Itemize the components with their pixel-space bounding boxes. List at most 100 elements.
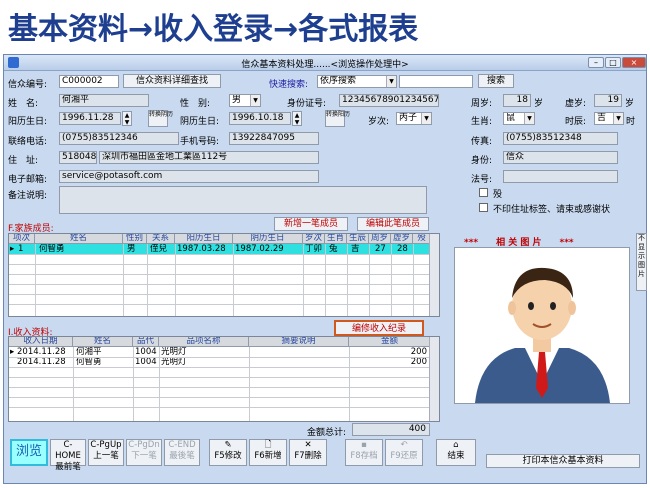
family-col-header: 阳历生日: [175, 234, 233, 244]
mobile-field[interactable]: 13922847095: [229, 132, 319, 145]
maximize-button[interactable]: □: [605, 57, 621, 68]
hour-label: 时辰:: [565, 117, 587, 127]
browse-mode-button[interactable]: 浏览: [10, 439, 48, 466]
new-document-icon: 🗋: [264, 440, 272, 450]
total-label: 金额总计:: [307, 428, 347, 438]
chevron-down-icon[interactable]: ▼: [250, 95, 260, 106]
income-cell[interactable]: 何湘平: [76, 347, 102, 357]
name-field[interactable]: 何湘平: [59, 94, 149, 107]
idno-field[interactable]: 123456789012345678: [339, 94, 439, 107]
fax-field[interactable]: (0755)83512348: [503, 132, 618, 145]
income-scrollbar[interactable]: [429, 337, 439, 421]
last-record-button[interactable]: C-END 最後笔: [164, 439, 200, 466]
family-cell[interactable]: 1987.02.29: [235, 244, 284, 254]
f9-undo-button[interactable]: ↶ F9还原: [385, 439, 423, 466]
chevron-down-icon[interactable]: ▼: [613, 113, 623, 124]
chevron-down-icon[interactable]: ▼: [524, 113, 534, 124]
quick-search-select[interactable]: 依序搜索 ▼: [317, 75, 397, 88]
deceased-label: 殁: [493, 190, 503, 200]
income-cell[interactable]: 光明灯: [161, 357, 187, 367]
add-member-button[interactable]: 新增一笔成员: [274, 217, 348, 231]
note-field[interactable]: [59, 186, 427, 214]
family-cell[interactable]: 28: [397, 244, 408, 254]
chevron-down-icon[interactable]: ▼: [421, 113, 431, 124]
income-cell[interactable]: 1004: [135, 347, 157, 357]
undo-icon: ↶: [400, 440, 408, 450]
prev-record-button[interactable]: C-PgUp 上一笔: [88, 439, 124, 466]
family-grid[interactable]: 项次 姓名 性别 关系 阳历生日 阴历生日 岁次 生肖 生辰 周岁 虚岁 殁 ▸…: [8, 233, 440, 317]
suici-select[interactable]: 丙子 ▼: [396, 112, 432, 125]
f8-save-button[interactable]: ▪ F8存档: [345, 439, 383, 466]
family-cell[interactable]: 1: [18, 244, 23, 254]
convert-solar-button[interactable]: 转换阳历: [325, 110, 350, 127]
lunar-field[interactable]: 1996.10.18: [229, 112, 291, 125]
chevron-down-icon[interactable]: ▼: [386, 76, 396, 87]
no-print-checkbox[interactable]: [479, 203, 488, 212]
family-cell[interactable]: 丁卯: [305, 244, 322, 254]
first-record-button[interactable]: C-HOME 最前笔: [50, 439, 86, 472]
gender-value: 男: [232, 95, 242, 105]
zodiac-value: 鼠: [506, 113, 516, 123]
family-cell[interactable]: 兔: [329, 244, 338, 254]
income-cell[interactable]: 何智勇: [76, 357, 102, 367]
minimize-button[interactable]: –: [588, 57, 604, 68]
lookup-button[interactable]: 信众资料详细查找: [123, 74, 221, 88]
phone-label: 联络电话:: [8, 137, 48, 147]
dharma-field[interactable]: [503, 170, 618, 183]
address-field[interactable]: 深圳市福田區金地工業區112号: [99, 151, 319, 164]
row-pointer-icon: ▸: [10, 347, 15, 357]
family-cell[interactable]: 吉: [351, 244, 360, 254]
hide-photo-button[interactable]: 不显示图片: [636, 233, 647, 291]
lunar-spinner[interactable]: ▲ ▼: [292, 111, 302, 126]
next-record-button[interactable]: C-PgDn 下一笔: [126, 439, 162, 466]
exit-label: 结束: [447, 451, 465, 461]
search-button[interactable]: 搜索: [478, 74, 514, 88]
income-cell[interactable]: 2014.11.28: [17, 347, 66, 357]
f7-delete-button[interactable]: ✕ F7删除: [289, 439, 327, 466]
zip-field[interactable]: 518048: [59, 151, 97, 164]
hour-select[interactable]: 吉 ▼: [594, 112, 624, 125]
next-label: 下一笔: [131, 451, 157, 461]
family-cell[interactable]: 何智勇: [39, 244, 65, 254]
income-cell[interactable]: 2014.11.28: [17, 357, 66, 367]
deceased-checkbox[interactable]: [479, 188, 488, 197]
status-field[interactable]: 信众: [503, 151, 618, 164]
email-field[interactable]: service@potasoft.com: [59, 170, 319, 183]
solar-field[interactable]: 1996.11.28: [59, 112, 121, 125]
quick-search-input[interactable]: [399, 75, 473, 88]
family-col-header: 关系: [147, 234, 175, 244]
solar-spinner[interactable]: ▲ ▼: [122, 111, 132, 126]
income-cell[interactable]: 1004: [135, 357, 157, 367]
family-cell[interactable]: 侄兒: [150, 244, 167, 254]
last-key: C-END: [168, 440, 196, 450]
zodiac-select[interactable]: 鼠 ▼: [503, 112, 535, 125]
title-bar: 信众基本资料处理......<浏览操作处理中> – □ ×: [4, 55, 646, 71]
family-col-header: 项次: [9, 234, 35, 244]
edit-income-button[interactable]: 编修收入纪录: [334, 320, 424, 336]
income-cell[interactable]: 光明灯: [161, 347, 187, 357]
income-grid[interactable]: 收入日期 姓名 品代 品项名称 摘要说明 金额 ▸ 2014.11.28 何湘平…: [8, 336, 440, 422]
gender-select[interactable]: 男 ▼: [229, 94, 261, 107]
edit-member-button[interactable]: 编辑此笔成员: [357, 217, 429, 231]
family-col-header: 姓名: [35, 234, 123, 244]
family-cell[interactable]: 1987.03.28: [177, 244, 226, 254]
income-cell[interactable]: 200: [351, 347, 427, 357]
phone-field[interactable]: (0755)83512346: [59, 132, 179, 145]
family-cell[interactable]: 男: [127, 244, 136, 254]
family-cell[interactable]: 27: [375, 244, 386, 254]
mobile-label: 手机号码:: [180, 137, 220, 147]
name-label: 姓 名:: [8, 99, 39, 109]
f6-new-button[interactable]: 🗋 F6新增: [249, 439, 287, 466]
total-field: 400: [352, 423, 430, 436]
save-icon: ▪: [361, 440, 367, 450]
id-field[interactable]: C000002: [59, 75, 119, 88]
fax-label: 传真:: [471, 137, 493, 147]
f5-edit-button[interactable]: ✎ F5修改: [209, 439, 247, 466]
income-cell[interactable]: 200: [351, 357, 427, 367]
close-button[interactable]: ×: [622, 57, 646, 68]
convert-lunar-button[interactable]: 转换阴历: [148, 110, 173, 127]
address-label: 住 址:: [8, 156, 39, 166]
print-profile-button[interactable]: 打印本信众基本资料: [486, 454, 640, 468]
exit-button[interactable]: ⌂ 结束: [436, 439, 476, 466]
family-scrollbar[interactable]: [429, 234, 439, 316]
